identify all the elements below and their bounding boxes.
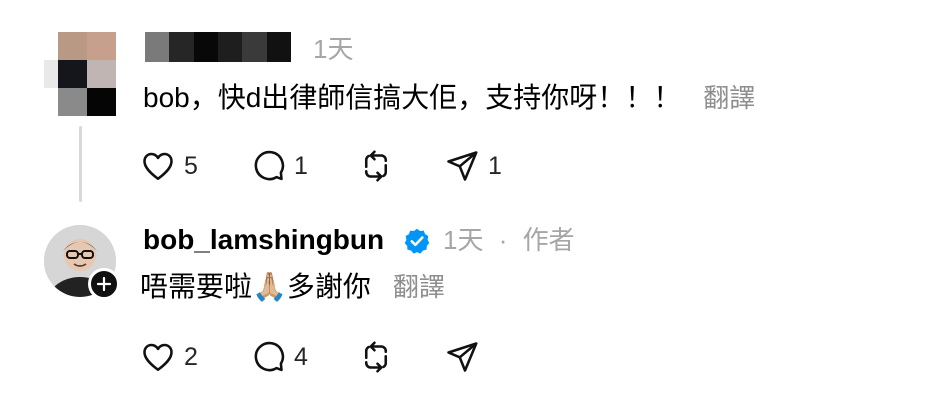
comment-text-content: bob，快d出律師信搞大佢，支持你呀！！！ [143, 82, 682, 113]
thread-line [79, 126, 82, 202]
redacted-username[interactable] [145, 32, 291, 62]
reply-count: 4 [294, 343, 308, 371]
redacted-avatar[interactable] [44, 32, 116, 116]
like-count: 5 [184, 152, 198, 180]
comment-text: 唔需要啦🙏🏼多謝你 翻譯 [140, 269, 445, 305]
translate-link[interactable]: 翻譯 [393, 272, 445, 302]
repost-icon [364, 341, 388, 373]
comment-text-content: 唔需要啦🙏🏼多謝你 [140, 271, 371, 302]
comment-1: 1天 bob，快d出律師信搞大佢，支持你呀！！！ 翻譯 5 1 1 [0, 0, 932, 205]
share-count: 1 [488, 152, 502, 180]
heart-icon [143, 343, 173, 372]
username[interactable]: bob_lamshingbun [143, 222, 384, 258]
reply-button[interactable]: 4 [250, 337, 308, 377]
send-icon [447, 151, 478, 181]
timestamp: 1天 [443, 225, 484, 255]
repost-button[interactable] [358, 337, 394, 377]
timestamp: 1天 [313, 34, 354, 64]
share-button[interactable]: 1 [444, 146, 502, 186]
comment-2: bob_lamshingbun 1天 · 作者 唔需要啦🙏🏼多謝你 翻譯 2 4 [0, 205, 932, 402]
send-icon [447, 342, 478, 372]
comment-bubble-icon [254, 150, 285, 181]
verified-badge-icon [404, 228, 430, 254]
comment-text: bob，快d出律師信搞大佢，支持你呀！！！ 翻譯 [143, 80, 755, 116]
author-label: 作者 [522, 225, 575, 255]
heart-icon [143, 152, 173, 181]
reply-button[interactable]: 1 [250, 146, 308, 186]
share-button[interactable] [444, 337, 480, 377]
repost-icon [364, 150, 388, 182]
like-button[interactable]: 5 [140, 146, 198, 186]
post-meta: 1天 · 作者 [443, 222, 575, 258]
plus-icon [97, 277, 111, 291]
comment-bubble-icon [254, 341, 285, 372]
translate-link[interactable]: 翻譯 [703, 83, 755, 113]
repost-button[interactable] [358, 146, 394, 186]
reply-count: 1 [294, 152, 308, 180]
like-count: 2 [184, 343, 198, 371]
like-button[interactable]: 2 [140, 337, 198, 377]
follow-button[interactable] [88, 268, 120, 300]
meta-separator: · [498, 225, 508, 255]
